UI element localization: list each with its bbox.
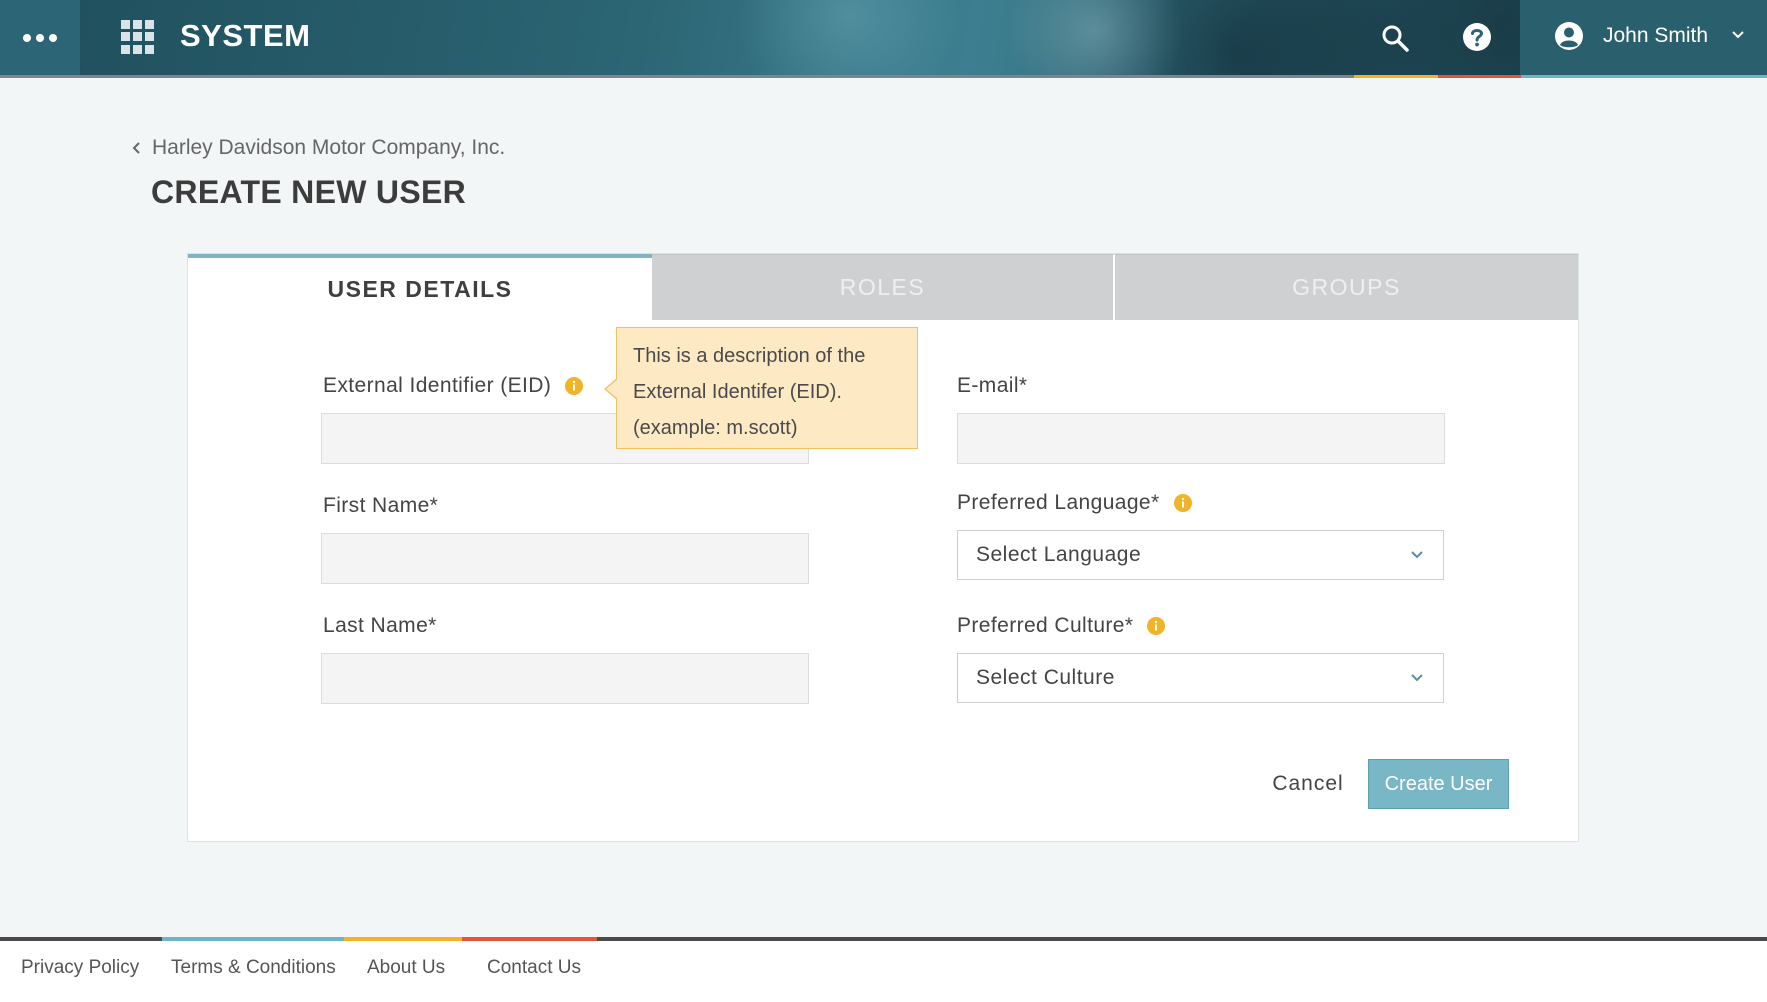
first-name-label: First Name*	[323, 494, 438, 518]
tab-roles[interactable]: ROLES	[652, 254, 1115, 320]
eid-tooltip: This is a description of the External Id…	[604, 327, 918, 449]
search-icon[interactable]	[1381, 24, 1409, 52]
last-name-label-text: Last Name*	[323, 614, 437, 637]
culture-label: Preferred Culture*	[957, 614, 1166, 638]
culture-select[interactable]: Select Culture	[957, 653, 1444, 703]
tooltip-line: This is a description of the	[633, 345, 866, 367]
email-input[interactable]	[957, 413, 1445, 464]
app-title: SYSTEM	[180, 18, 311, 53]
create-user-card: USER DETAILS ROLES GROUPS External Ident…	[187, 253, 1579, 842]
language-select[interactable]: Select Language	[957, 530, 1444, 580]
apps-grid-icon[interactable]	[121, 20, 155, 54]
header-accent-bar	[0, 75, 1767, 78]
email-label: E-mail*	[957, 374, 1027, 398]
language-label-text: Preferred Language*	[957, 491, 1160, 514]
footer-link-terms[interactable]: Terms & Conditions	[171, 957, 336, 979]
chevron-down-icon	[1411, 551, 1423, 559]
tooltip-line: External Identifer (EID).	[633, 381, 842, 403]
account-circle-icon	[1555, 22, 1583, 50]
footer: Privacy Policy Terms & Conditions About …	[0, 941, 1767, 1002]
info-icon[interactable]	[1173, 494, 1192, 512]
user-name: John Smith	[1603, 24, 1709, 47]
more-dots-icon	[23, 33, 57, 42]
chevron-left-icon	[132, 142, 140, 154]
eid-field-label: External Identifier (EID)	[323, 374, 584, 398]
culture-label-text: Preferred Culture*	[957, 614, 1134, 637]
last-name-label: Last Name*	[323, 614, 437, 638]
breadcrumb-link[interactable]: Harley Davidson Motor Company, Inc.	[152, 136, 505, 160]
eid-label-text: External Identifier (EID)	[323, 374, 552, 397]
create-user-button[interactable]: Create User	[1368, 759, 1509, 809]
last-name-input[interactable]	[321, 653, 809, 704]
info-icon[interactable]	[1147, 617, 1166, 635]
page-title: CREATE NEW USER	[151, 174, 467, 210]
user-menu[interactable]: John Smith	[1520, 0, 1767, 75]
info-icon[interactable]	[565, 377, 584, 395]
culture-selected-value: Select Culture	[976, 666, 1115, 689]
cancel-button[interactable]: Cancel	[1248, 759, 1368, 809]
first-name-label-text: First Name*	[323, 494, 439, 517]
email-label-text: E-mail*	[957, 374, 1028, 397]
language-selected-value: Select Language	[976, 543, 1142, 566]
chevron-down-icon	[1411, 674, 1423, 682]
tooltip-line: (example: m.scott)	[633, 417, 798, 439]
tab-user-details[interactable]: USER DETAILS	[188, 254, 652, 320]
chevron-down-icon	[1732, 31, 1744, 39]
first-name-input[interactable]	[321, 533, 809, 584]
tab-groups[interactable]: GROUPS	[1115, 254, 1578, 320]
top-header: SYSTEM John Smith	[0, 0, 1767, 78]
breadcrumb[interactable]: Harley Davidson Motor Company, Inc.	[130, 136, 505, 160]
footer-link-contact-us[interactable]: Contact Us	[487, 957, 581, 979]
footer-link-about-us[interactable]: About Us	[367, 957, 445, 979]
help-icon[interactable]	[1462, 22, 1492, 52]
footer-link-privacy-policy[interactable]: Privacy Policy	[21, 957, 139, 979]
more-menu-button[interactable]	[0, 0, 80, 75]
tab-bar: USER DETAILS ROLES GROUPS	[188, 254, 1578, 320]
language-label: Preferred Language*	[957, 491, 1192, 515]
